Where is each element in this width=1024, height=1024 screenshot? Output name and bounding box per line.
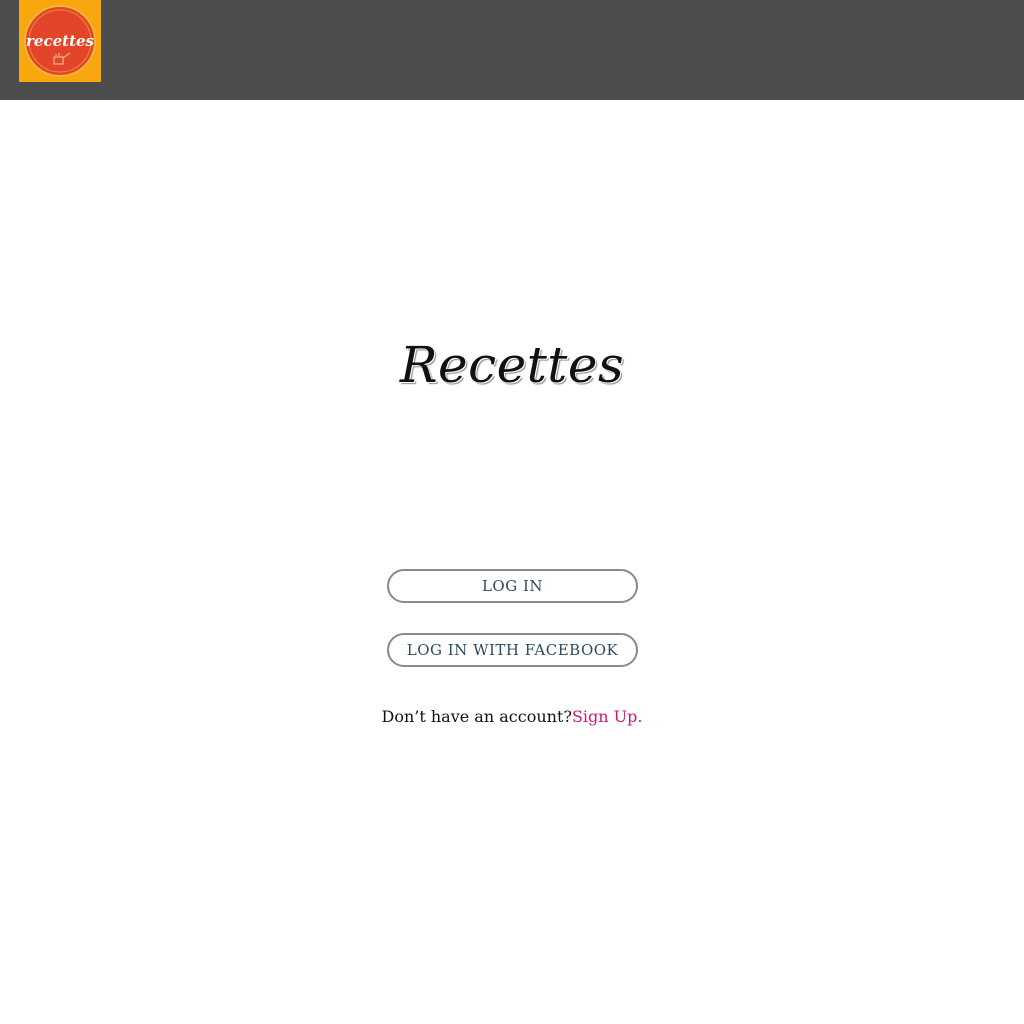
login-button[interactable]: LOG IN (387, 569, 638, 603)
facebook-login-button[interactable]: LOG IN WITH FACEBOOK (387, 633, 638, 667)
app-logo[interactable]: recettes (19, 0, 101, 82)
signup-prompt-text: Don’t have an account? (381, 707, 572, 726)
logo-badge-icon: recettes (24, 5, 96, 77)
signup-link[interactable]: Sign Up. (572, 707, 643, 726)
page-title: Recettes (399, 336, 625, 394)
svg-text:recettes: recettes (26, 32, 95, 50)
top-bar: recettes (0, 0, 1024, 100)
signup-prompt-line: Don’t have an account?Sign Up. (0, 707, 1024, 726)
